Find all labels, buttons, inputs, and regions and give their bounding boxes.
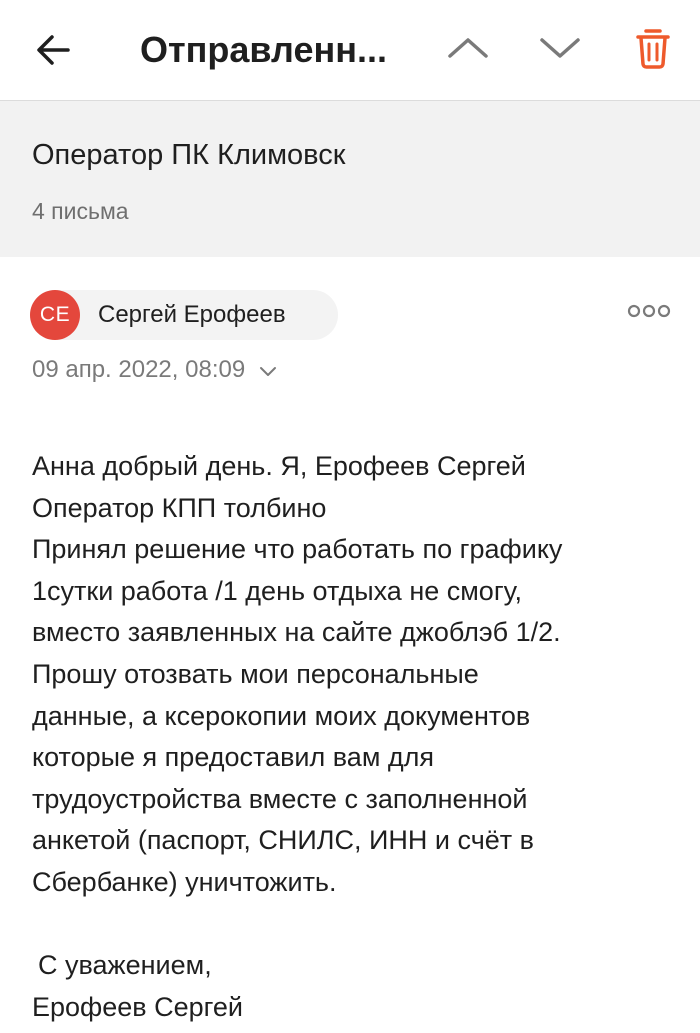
thread-header: Оператор ПК Климовск 4 письма <box>0 101 700 257</box>
chevron-down-icon <box>540 38 580 58</box>
body-line: Принял решение что работать по графику <box>32 534 563 565</box>
trash-icon <box>636 29 670 69</box>
folder-title: Отправленн... <box>140 29 387 70</box>
message-date[interactable]: 09 апр. 2022, 08:09 <box>32 352 278 388</box>
body-line: данные, а ксерокопии моих документов <box>32 700 531 731</box>
next-message-button[interactable] <box>532 22 588 74</box>
thread-subject: Оператор ПК Климовск <box>32 139 346 171</box>
back-button[interactable] <box>28 24 80 76</box>
more-dots-icon <box>627 304 671 318</box>
closing-line: С уважением, <box>38 950 212 981</box>
body-line: вместо заявленных на сайте джоблэб 1/2. <box>32 617 561 648</box>
body-line: трудоустройства вместе с заполненной <box>32 783 528 814</box>
message-body: Анна добрый день. Я, Ерофеев Сергей Опер… <box>32 446 682 1028</box>
message-date-text: 09 апр. 2022, 08:09 <box>32 356 246 383</box>
sender-name: Сергей Ерофеев <box>98 301 286 328</box>
sender-chip[interactable]: CE Сергей Ерофеев <box>30 290 338 340</box>
body-line: Сбербанке) уничтожить. <box>32 866 337 897</box>
body-line: Анна добрый день. Я, Ерофеев Сергей <box>32 451 526 481</box>
chevron-up-icon <box>448 38 488 58</box>
previous-message-button[interactable] <box>440 22 496 74</box>
body-line: Оператор КПП толбино <box>32 492 327 523</box>
body-line: анкетой (паспорт, СНИЛС, ИНН и счёт в <box>32 825 534 856</box>
thread-message-count: 4 письма <box>32 198 129 224</box>
avatar: CE <box>30 290 80 340</box>
more-options-button[interactable] <box>626 300 672 322</box>
signature-line: Ерофеев Сергей <box>32 991 244 1022</box>
body-line: Прошу отозвать мои персональные <box>32 658 479 689</box>
arrow-left-icon <box>37 35 70 65</box>
delete-button[interactable] <box>628 22 678 74</box>
body-line: 1сутки работа /1 день отдыха не смогу, <box>32 575 522 606</box>
body-line: которые я предоставил вам для <box>32 742 435 773</box>
top-bar: Отправленн... <box>0 0 700 101</box>
chevron-down-icon <box>259 366 276 376</box>
